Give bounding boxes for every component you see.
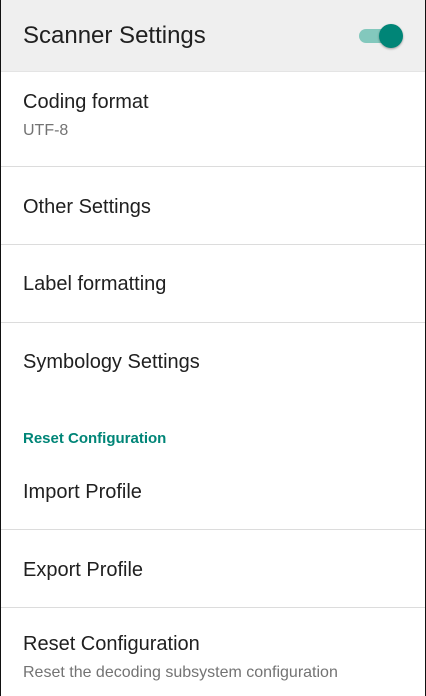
other-settings-title: Other Settings [23, 196, 151, 218]
export-profile-title: Export Profile [23, 559, 144, 581]
import-profile-title: Import Profile [23, 481, 142, 503]
switch-thumb [379, 24, 403, 48]
reset-configuration-title: Reset Configuration [23, 633, 200, 655]
symbology-settings-title: Symbology Settings [23, 351, 200, 373]
coding-format-summary: UTF-8 [23, 122, 69, 139]
label-formatting-title: Label formatting [23, 273, 167, 295]
import-profile-item[interactable]: Import Profile [1, 452, 425, 530]
header-title: Scanner Settings [23, 22, 206, 49]
symbology-settings-item[interactable]: Symbology Settings [1, 323, 425, 405]
export-profile-item[interactable]: Export Profile [1, 530, 425, 608]
settings-screen: Scanner Settings Coding format UTF-8 Oth… [0, 0, 426, 696]
reset-configuration-item[interactable]: Reset Configuration Reset the decoding s… [1, 608, 425, 696]
coding-format-title: Coding format [23, 91, 149, 113]
scanner-settings-header: Scanner Settings [1, 0, 425, 72]
other-settings-item[interactable]: Other Settings [1, 167, 425, 245]
reset-configuration-section-header: Reset Configuration [23, 430, 167, 447]
reset-configuration-summary: Reset the decoding subsystem configurati… [23, 664, 338, 681]
label-formatting-item[interactable]: Label formatting [1, 245, 425, 323]
coding-format-item[interactable]: Coding format UTF-8 [1, 72, 425, 167]
scanner-enable-switch[interactable] [357, 22, 407, 50]
